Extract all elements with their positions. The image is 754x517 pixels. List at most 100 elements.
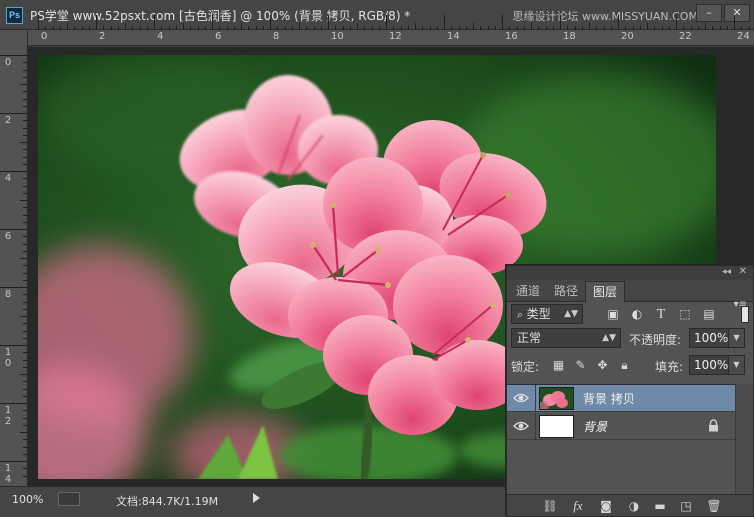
- ruler-minor-tick: [393, 26, 395, 30]
- watermark-text: 思缘设计论坛 www.MISSYUAN.COM: [512, 10, 698, 23]
- layers-scrollbar[interactable]: [735, 384, 753, 494]
- status-menu-arrow-icon[interactable]: [253, 493, 260, 503]
- ruler-minor-tick: [23, 250, 27, 252]
- ruler-minor-tick: [574, 26, 576, 30]
- ruler-minor-tick: [45, 26, 47, 30]
- ruler-minor-tick: [146, 26, 148, 30]
- close-panel-icon[interactable]: ✕: [739, 266, 747, 277]
- filter-kind-dropdown[interactable]: ⌕ 类型 ▲▼: [511, 304, 583, 324]
- lock-icon: [709, 419, 718, 432]
- ruler-minor-tick: [313, 26, 315, 30]
- tab-paths[interactable]: 路径: [547, 281, 585, 302]
- opacity-dropdown-icon[interactable]: ▼: [728, 329, 744, 347]
- divider: [535, 385, 536, 412]
- ruler-major-tick: [502, 15, 503, 30]
- ruler-major-tick: [560, 15, 561, 30]
- ruler-minor-tick: [204, 26, 206, 30]
- visibility-eye-icon[interactable]: [513, 391, 529, 405]
- ruler-minor-tick: [342, 26, 344, 30]
- fill-dropdown-icon[interactable]: ▼: [728, 356, 744, 374]
- add-mask-icon[interactable]: ◙: [597, 498, 615, 514]
- vertical-ruler[interactable]: 0 2 4 6 8 1 0 1 2 1 4: [0, 30, 28, 486]
- ruler-minor-tick: [23, 294, 27, 296]
- ruler-minor-tick: [103, 26, 105, 30]
- ruler-minor-tick: [23, 156, 27, 158]
- status-info-icon[interactable]: [58, 492, 80, 506]
- document-title-bar[interactable]: Ps PS学堂 www.52psxt.com [古色润香] @ 100% (背景…: [0, 0, 754, 30]
- ruler-minor-tick: [23, 417, 27, 419]
- photoshop-logo-icon: Ps: [6, 7, 23, 24]
- new-layer-icon[interactable]: ◳: [677, 498, 695, 514]
- blend-row: 正常 ▲▼ 不透明度: 100% ▼: [511, 328, 749, 350]
- ruler-label: 6: [4, 231, 12, 242]
- ruler-minor-tick: [20, 258, 27, 259]
- close-button[interactable]: ✕: [724, 4, 750, 22]
- opacity-field[interactable]: 100% ▼: [689, 328, 745, 348]
- ruler-minor-tick: [23, 395, 27, 397]
- delete-layer-icon[interactable]: 🗑︎: [705, 498, 723, 514]
- ruler-minor-tick: [23, 468, 27, 470]
- ruler-major-tick: [270, 15, 271, 30]
- layer-name[interactable]: 背景 拷贝: [583, 390, 635, 407]
- ruler-minor-tick: [581, 26, 583, 30]
- ruler-minor-tick: [23, 120, 27, 122]
- lock-position-icon[interactable]: ✥: [595, 358, 610, 373]
- ruler-label: 0: [4, 57, 12, 68]
- fill-field[interactable]: 100% ▼: [689, 355, 745, 375]
- layer-row-background[interactable]: 背景: [507, 413, 735, 440]
- ruler-major-tick: [38, 15, 39, 30]
- ruler-minor-tick: [67, 23, 68, 30]
- ruler-minor-tick: [23, 366, 27, 368]
- ruler-minor-tick: [23, 207, 27, 209]
- adjustment-filter-icon[interactable]: ◐: [629, 307, 645, 322]
- fx-icon[interactable]: fx: [569, 498, 587, 514]
- visibility-eye-icon[interactable]: [513, 419, 529, 433]
- layers-panel-footer: ⛓ fx ◙ ◑ ▬ ◳ 🗑︎: [507, 494, 753, 516]
- layer-thumbnail[interactable]: [539, 415, 574, 438]
- ruler-minor-tick: [465, 26, 467, 30]
- ruler-label: 2: [99, 31, 106, 42]
- ruler-minor-tick: [23, 301, 27, 303]
- horizontal-ruler[interactable]: 0 2 4 6 8 10 12 14 16 18 20 22 24: [28, 15, 754, 46]
- layer-filter-row: ⌕ 类型 ▲▼ ▣ ◐ T ⬚ ▤: [511, 304, 749, 326]
- ruler-minor-tick: [23, 352, 27, 354]
- ruler-minor-tick: [589, 23, 590, 30]
- ruler-major-tick: [0, 113, 27, 114]
- tab-layers[interactable]: 图层: [585, 281, 626, 302]
- tab-channels[interactable]: 通道: [509, 281, 547, 302]
- new-group-icon[interactable]: ▬: [651, 498, 669, 514]
- ruler-minor-tick: [726, 26, 728, 30]
- layer-row-background-copy[interactable]: 背景 拷贝: [507, 385, 735, 412]
- layer-thumbnail[interactable]: [539, 387, 574, 410]
- filter-toggle-switch[interactable]: [741, 306, 749, 323]
- shape-filter-icon[interactable]: ⬚: [677, 307, 693, 322]
- lock-pixels-icon[interactable]: ✎: [573, 358, 588, 373]
- ruler-minor-tick: [23, 221, 27, 223]
- smart-object-filter-icon[interactable]: ▤: [701, 307, 717, 322]
- collapse-panel-icon[interactable]: ◂◂: [722, 267, 731, 277]
- ruler-minor-tick: [255, 26, 257, 30]
- ruler-minor-tick: [400, 26, 402, 30]
- ruler-major-tick: [0, 345, 27, 346]
- blend-mode-dropdown[interactable]: 正常 ▲▼: [511, 328, 621, 348]
- ruler-major-tick: [328, 15, 329, 30]
- ruler-minor-tick: [23, 279, 27, 281]
- panel-header[interactable]: ◂◂ ✕: [507, 266, 753, 280]
- image-filter-icon[interactable]: ▣: [605, 307, 621, 322]
- ruler-minor-tick: [52, 26, 54, 30]
- ruler-minor-tick: [509, 26, 511, 30]
- minimize-button[interactable]: –: [696, 4, 722, 22]
- ruler-minor-tick: [23, 134, 27, 136]
- lock-all-icon[interactable]: 🔒︎: [617, 358, 632, 373]
- ruler-minor-tick: [132, 26, 134, 30]
- zoom-level[interactable]: 100%: [12, 493, 43, 506]
- lock-transparency-icon[interactable]: ▦: [551, 358, 566, 373]
- ruler-minor-tick: [480, 26, 482, 30]
- adjustment-layer-icon[interactable]: ◑: [625, 498, 643, 514]
- ruler-minor-tick: [20, 200, 27, 201]
- link-layers-icon[interactable]: ⛓: [541, 498, 559, 514]
- type-filter-icon[interactable]: T: [653, 307, 669, 322]
- ruler-minor-tick: [567, 26, 569, 30]
- layer-name[interactable]: 背景: [583, 418, 607, 435]
- ruler-minor-tick: [241, 23, 242, 30]
